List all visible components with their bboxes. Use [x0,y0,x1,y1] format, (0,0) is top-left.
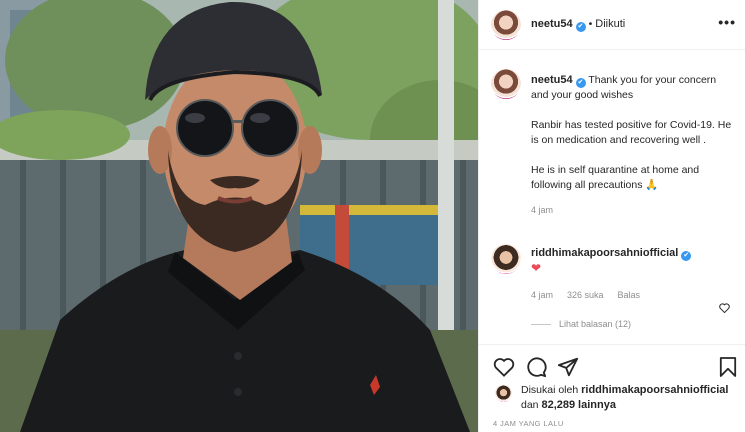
author-username[interactable]: neetu54 [531,18,573,30]
comment-reply-button[interactable]: Balas [618,290,641,300]
liker-avatar[interactable] [495,385,512,402]
likes-count[interactable]: 82,289 [541,399,575,411]
verified-badge-icon: ✔ [681,251,692,261]
view-replies-button[interactable]: Lihat balasan (12) [531,317,721,332]
commenter-username[interactable]: riddhimakapoorsahniofficial [531,247,678,259]
follow-status-button[interactable]: Diikuti [595,18,625,30]
post-header: neetu54 ✔ • Diikuti ••• [479,0,745,50]
comments-scroll-area[interactable]: neetu54 ✔ Thank you for your concern and … [479,51,745,344]
view-replies-label: Lihat balasan (12) [559,319,632,329]
comment-meta: 4 jam 326 suka Balas [531,288,721,303]
liker-username[interactable]: riddhimakapoorsahniofficial [581,384,728,396]
comment-icon[interactable] [525,356,547,381]
caption-age: 4 jam [531,205,554,215]
caption-line-3: He is in self quarantine at home and fol… [531,164,700,191]
likes-summary: Disukai oleh riddhimakapoorsahniofficial… [521,383,736,413]
comment: riddhimakapoorsahniofficial ✔ ❤ 4 jam 326 … [531,246,721,332]
post-photo[interactable] [0,0,478,432]
caption: neetu54 ✔ Thank you for your concern and … [531,73,736,218]
post-side-panel: neetu54 ✔ • Diikuti ••• neetu54 ✔ Thank you … [478,0,745,432]
author-avatar[interactable] [491,10,521,40]
heart-icon[interactable] [493,357,515,380]
post-photo-illustration [0,0,478,432]
header-separator: • [588,18,593,30]
post-timestamp[interactable]: 4 JAM YANG LALU [493,419,564,428]
commenter-avatar[interactable] [491,244,521,274]
comment-age: 4 jam [531,290,554,300]
replies-divider [531,324,551,325]
caption-avatar[interactable] [491,69,521,99]
comment-like-icon[interactable] [719,303,730,316]
comment-text: ❤ [531,261,542,275]
caption-line-2: Ranbir has tested positive for Covid-19.… [531,119,732,146]
bookmark-icon[interactable] [719,356,737,381]
likes-and: dan [521,399,539,411]
more-options-icon[interactable]: ••• [718,14,736,30]
comment-like-count[interactable]: 326 suka [567,290,604,300]
post-header-text: neetu54 ✔ • Diikuti [531,18,625,32]
verified-badge-icon: ✔ [575,78,586,88]
share-icon[interactable] [557,356,579,381]
post-actions: Disukai oleh riddhimakapoorsahniofficial… [479,344,745,432]
likes-suffix[interactable]: lainnya [578,399,616,411]
caption-username[interactable]: neetu54 [531,74,573,86]
verified-badge-icon: ✔ [575,22,586,32]
likes-prefix: Disukai oleh [521,384,579,396]
